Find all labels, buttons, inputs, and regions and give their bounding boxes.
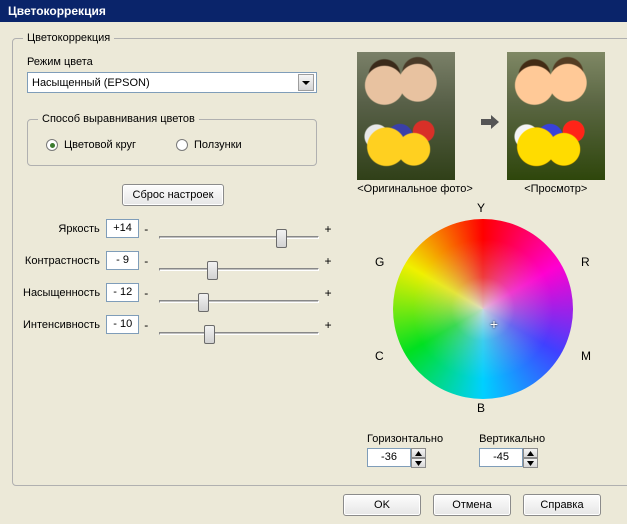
slider-brightness: Яркость +14 - + [23, 219, 333, 238]
plus-sign: + [323, 286, 333, 300]
reset-button-label: Сброс настроек [133, 189, 214, 201]
contrast-label: Контрастность [23, 255, 106, 267]
color-mode-value: Насыщенный (EPSON) [32, 77, 150, 89]
window-title: Цветокоррекция [8, 4, 106, 18]
reset-button[interactable]: Сброс настроек [122, 184, 225, 206]
wheel-letter-m: M [581, 349, 591, 363]
help-button-label: Справка [540, 499, 583, 511]
spin-down-icon[interactable] [411, 458, 426, 468]
saturation-value[interactable]: - 12 [106, 283, 139, 302]
radio-icon [46, 139, 58, 151]
vertical-block: Вертикально -45 [479, 433, 545, 468]
wheel-letter-r: R [581, 255, 590, 269]
spin-up-icon[interactable] [523, 448, 538, 458]
wheel-letter-b: B [477, 401, 485, 415]
plus-sign: + [323, 222, 333, 236]
minus-sign: - [141, 254, 151, 268]
left-column: Режим цвета Насыщенный (EPSON) Способ вы… [23, 50, 333, 468]
color-mode-dropdown[interactable]: Насыщенный (EPSON) [27, 72, 317, 93]
window-titlebar: Цветокоррекция [0, 0, 627, 22]
saturation-label: Насыщенность [23, 287, 106, 299]
radio-label-wheel: Цветовой круг [64, 139, 136, 151]
arrow-right-icon [479, 115, 501, 132]
radio-option-sliders[interactable]: Ползунки [176, 139, 242, 151]
intensity-label: Интенсивность [23, 319, 106, 331]
chevron-down-icon[interactable] [298, 74, 314, 91]
slider-saturation: Насыщенность - 12 - + [23, 283, 333, 302]
vertical-label: Вертикально [479, 433, 545, 445]
ok-button[interactable]: OK [343, 494, 421, 516]
plus-sign: + [323, 254, 333, 268]
group-legend: Цветокоррекция [23, 32, 114, 44]
slider-contrast: Контрастность - 9 - + [23, 251, 333, 270]
color-wheel[interactable]: + [393, 219, 573, 399]
vertical-value[interactable]: -45 [479, 448, 523, 467]
slider-intensity: Интенсивность - 10 - + [23, 315, 333, 334]
preview-photo-block: <Просмотр> [507, 52, 605, 195]
help-button[interactable]: Справка [523, 494, 601, 516]
horizontal-label: Горизонтально [367, 433, 443, 445]
wheel-cursor-icon: + [489, 319, 499, 329]
minus-sign: - [141, 286, 151, 300]
brightness-label: Яркость [23, 223, 106, 235]
minus-sign: - [141, 222, 151, 236]
ok-button-label: OK [374, 499, 390, 511]
slider-thumb[interactable] [198, 293, 209, 312]
window-body: Цветокоррекция Режим цвета Насыщенный (E… [0, 22, 627, 524]
color-correction-group: Цветокоррекция Режим цвета Насыщенный (E… [12, 32, 627, 486]
contrast-slider[interactable] [159, 259, 319, 262]
wheel-letter-c: C [375, 349, 384, 363]
preview-caption: <Просмотр> [507, 183, 605, 195]
slider-thumb[interactable] [204, 325, 215, 344]
saturation-slider[interactable] [159, 291, 319, 294]
spin-up-icon[interactable] [411, 448, 426, 458]
plus-sign: + [323, 318, 333, 332]
radio-label-sliders: Ползунки [194, 139, 242, 151]
horizontal-spinner[interactable]: -36 [367, 448, 443, 468]
color-mode-label: Режим цвета [27, 56, 333, 68]
radio-option-wheel[interactable]: Цветовой круг [46, 139, 136, 151]
brightness-value[interactable]: +14 [106, 219, 140, 238]
horizontal-value[interactable]: -36 [367, 448, 411, 467]
original-caption: <Оригинальное фото> [357, 183, 473, 195]
cancel-button[interactable]: Отмена [433, 494, 511, 516]
wheel-letter-g: G [375, 255, 384, 269]
cancel-button-label: Отмена [452, 499, 491, 511]
slider-thumb[interactable] [276, 229, 287, 248]
intensity-value[interactable]: - 10 [106, 315, 139, 334]
preview-photo [507, 52, 605, 180]
contrast-value[interactable]: - 9 [106, 251, 140, 270]
horizontal-block: Горизонтально -36 [367, 433, 443, 468]
intensity-slider[interactable] [159, 323, 319, 326]
minus-sign: - [141, 318, 151, 332]
alignment-method-legend: Способ выравнивания цветов [38, 113, 199, 125]
brightness-slider[interactable] [159, 227, 319, 230]
radio-icon [176, 139, 188, 151]
vertical-spinner[interactable]: -45 [479, 448, 545, 468]
wheel-letter-y: Y [477, 201, 485, 215]
alignment-method-group: Способ выравнивания цветов Цветовой круг… [27, 113, 317, 166]
dialog-buttons: OK Отмена Справка [12, 486, 615, 516]
slider-thumb[interactable] [207, 261, 218, 280]
original-photo-block: <Оригинальное фото> [357, 52, 473, 195]
right-column: <Оригинальное фото> <Просмотр> Y G R C [333, 50, 621, 468]
spin-down-icon[interactable] [523, 458, 538, 468]
color-wheel-area: Y G R C M B + [341, 201, 621, 431]
original-photo [357, 52, 455, 180]
